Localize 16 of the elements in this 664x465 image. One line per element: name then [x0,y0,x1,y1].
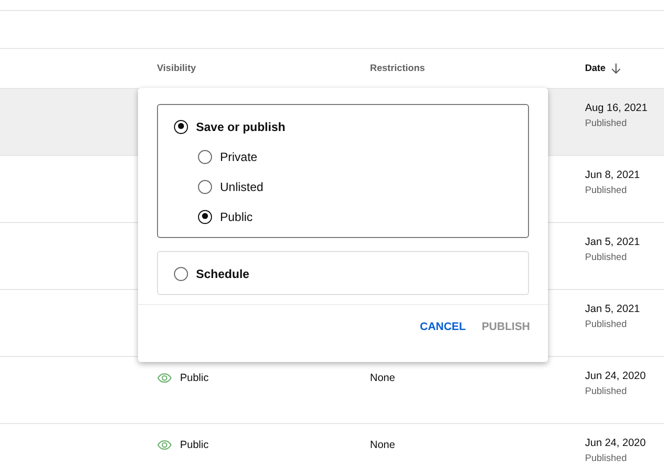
status-text: Published [585,252,628,263]
date-text: Jun 8, 2021 [585,169,641,181]
date-text: Jun 24, 2020 [585,370,647,382]
status-text: Published [585,185,628,196]
status-text: Published [585,386,628,397]
visibility-text: Public [180,372,209,384]
date-text: Jan 5, 2021 [585,303,641,315]
restrictions-text: None [370,372,396,384]
date-text: Aug 16, 2021 [585,102,648,114]
date-text: Jan 5, 2021 [585,236,641,248]
date-text: Jun 24, 2020 [585,437,647,449]
status-text: Published [585,118,628,129]
status-text: Published [585,453,628,464]
restrictions-text: None [370,439,396,451]
visibility-text: Public [180,439,209,451]
status-text: Published [585,319,628,330]
